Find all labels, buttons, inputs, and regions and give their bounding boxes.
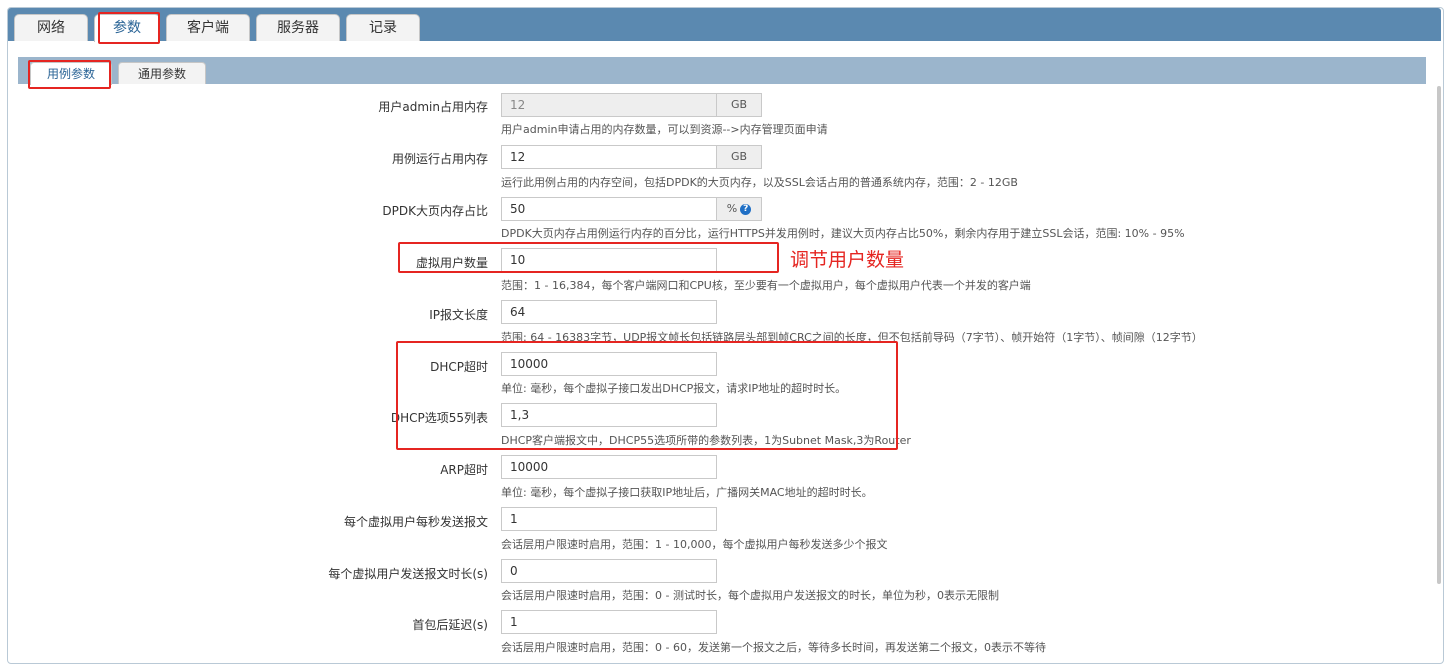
arp-timeout-input[interactable]: 10000 [501,455,717,479]
field-label-send-duration: 每个虚拟用户发送报文时长(s) [328,567,488,581]
field-label-admin-memory: 用户admin占用内存 [378,100,488,114]
tab-params[interactable]: 参数 [94,14,160,42]
field-label-case-memory: 用例运行占用内存 [391,152,488,166]
tab-case-params[interactable]: 用例参数 [30,62,112,85]
field-label-first-packet-delay: 首包后延迟(s) [412,618,488,632]
field-label-packets-per-second: 每个虚拟用户每秒发送报文 [343,515,488,529]
field-hint-virtual-users: 范围：1 - 16,384，每个客户端网口和CPU核，至少要有一个虚拟用户，每个… [501,279,1031,292]
field-label-dhcp-timeout: DHCP超时 [430,360,488,374]
field-hint-dpdk-ratio: DPDK大页内存占用例运行内存的百分比，运行HTTPS并发用例时，建议大页内存占… [501,227,1185,240]
dhcp-option55-input[interactable]: 1,3 [501,403,717,427]
field-hint-case-memory: 运行此用例占用的内存空间，包括DPDK的大页内存，以及SSL会话占用的普通系统内… [501,176,1018,189]
field-hint-send-duration: 会话层用户限速时启用，范围：0 - 测试时长，每个虚拟用户发送报文的时长，单位为… [501,589,999,602]
field-label-dhcp-option55: DHCP选项55列表 [390,411,488,425]
tab-server[interactable]: 服务器 [256,14,340,41]
field-hint-ip-length: 范围: 64 - 16383字节，UDP报文帧长包括链路层头部到帧CRC之间的长… [501,331,1203,344]
scrollbar[interactable] [1437,86,1441,584]
case-memory-unit: GB [717,145,762,169]
field-label-arp-timeout: ARP超时 [440,463,488,477]
ip-length-input[interactable]: 64 [501,300,717,324]
dhcp-timeout-input[interactable]: 10000 [501,352,717,376]
admin-memory-input: 12 [501,93,717,117]
case-memory-input[interactable]: 12 [501,145,717,169]
dpdk-ratio-unit: %? [717,197,762,221]
field-label-virtual-users: 虚拟用户数量 [415,256,488,270]
question-circle-icon[interactable]: ? [740,203,752,215]
tab-log[interactable]: 记录 [346,14,420,41]
tab-client[interactable]: 客户端 [166,14,250,41]
first-packet-delay-input[interactable]: 1 [501,610,717,634]
annotation-adjust-users: 调节用户数量 [790,249,905,271]
field-hint-admin-memory: 用户admin申请占用的内存数量，可以到资源-->内存管理页面申请 [501,123,828,136]
virtual-users-input[interactable]: 10 [501,248,717,272]
dpdk-ratio-input[interactable]: 50 [501,197,717,221]
packets-per-second-input[interactable]: 1 [501,507,717,531]
dpdk-ratio-unit-label: % [726,202,738,215]
field-hint-first-packet-delay: 会话层用户限速时启用，范围：0 - 60，发送第一个报文之后，等待多长时间，再发… [501,641,1046,654]
tab-network[interactable]: 网络 [14,14,88,41]
field-label-ip-length: IP报文长度 [429,308,488,322]
field-hint-dhcp-option55: DHCP客户端报文中，DHCP55选项所带的参数列表，1为Subnet Mask… [501,434,911,447]
send-duration-input[interactable]: 0 [501,559,717,583]
admin-memory-unit: GB [717,93,762,117]
field-hint-packets-per-second: 会话层用户限速时启用，范围：1 - 10,000，每个虚拟用户每秒发送多少个报文 [501,538,888,551]
field-hint-dhcp-timeout: 单位: 毫秒，每个虚拟子接口发出DHCP报文，请求IP地址的超时时长。 [501,382,847,395]
field-label-dpdk-ratio: DPDK大页内存占比 [382,204,488,218]
tab-general-params[interactable]: 通用参数 [118,62,206,84]
field-hint-arp-timeout: 单位: 毫秒，每个虚拟子接口获取IP地址后，广播网关MAC地址的超时时长。 [501,486,873,499]
sub-tab-bar [18,57,1426,84]
